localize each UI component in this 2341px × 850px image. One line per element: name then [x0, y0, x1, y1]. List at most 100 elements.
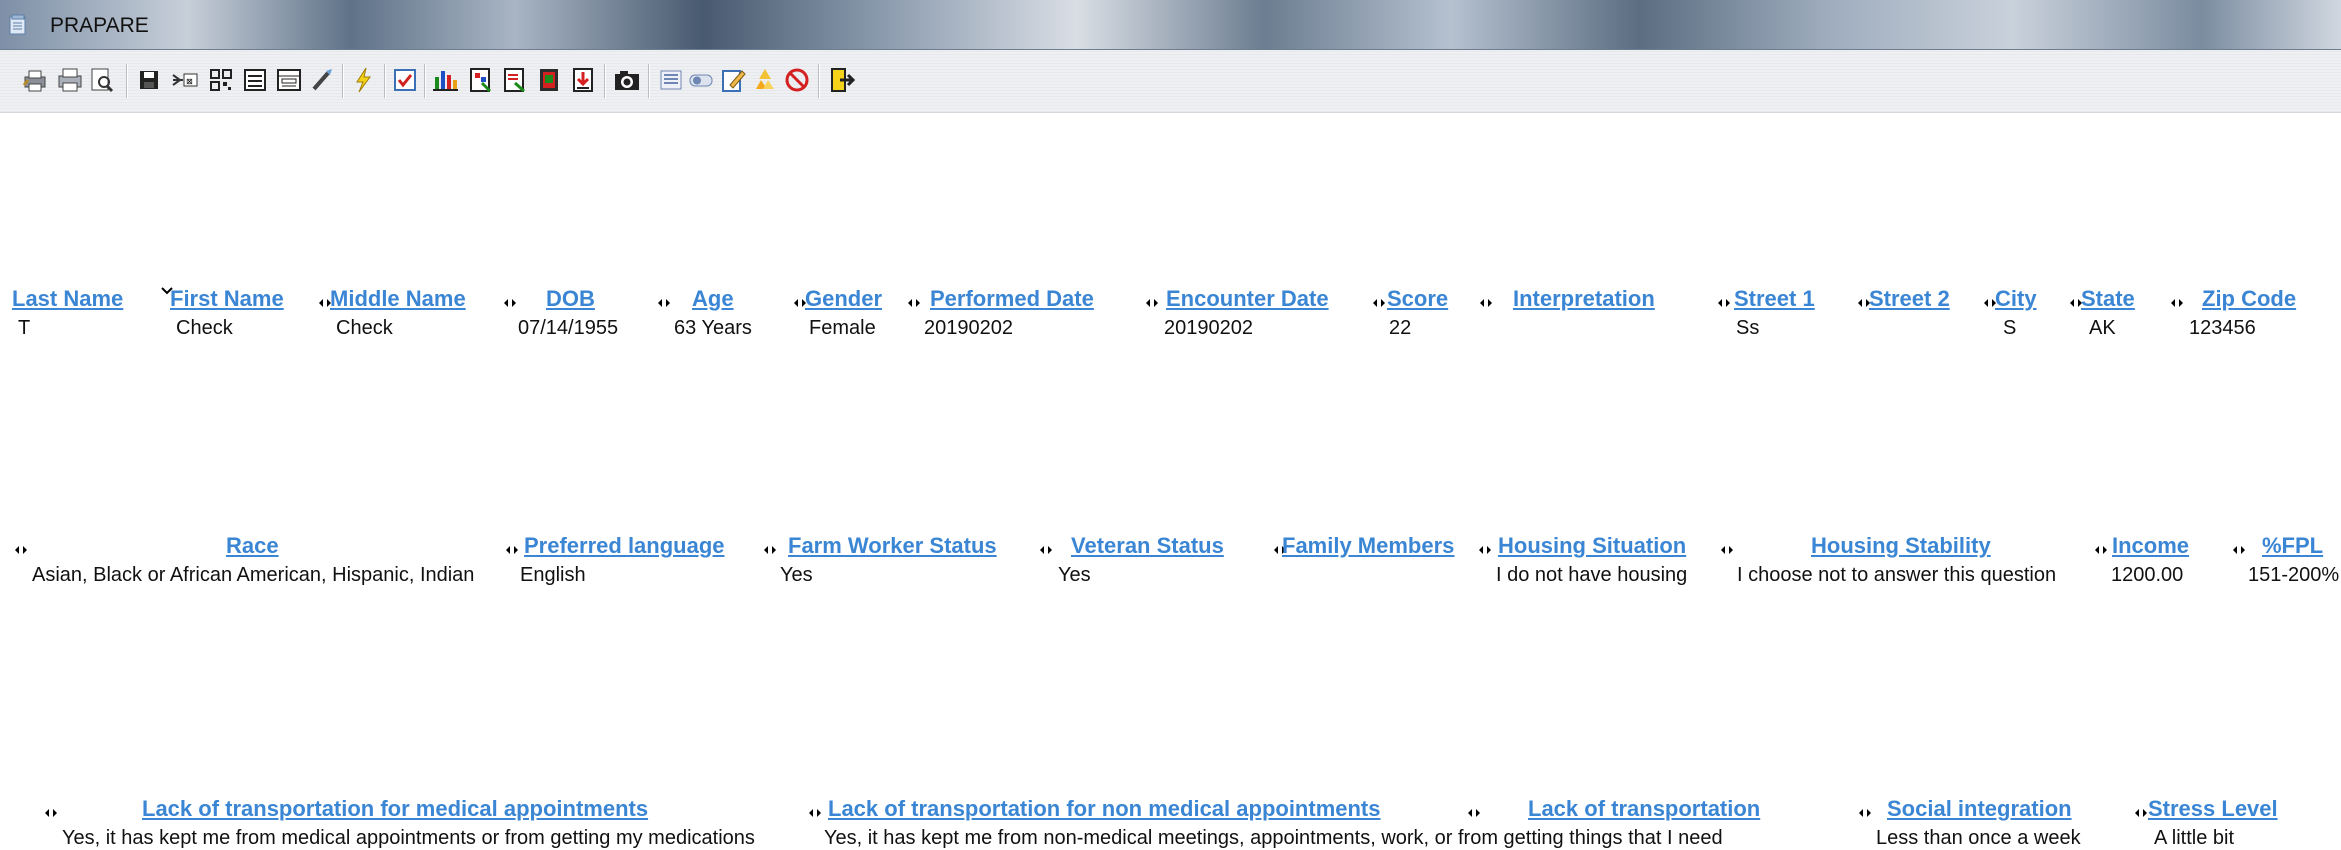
- qr-code-icon[interactable]: [206, 65, 236, 95]
- header-veteran-status[interactable]: Veteran Status: [1071, 533, 1224, 559]
- field-layout-icon[interactable]: [274, 65, 304, 95]
- report-icon[interactable]: [466, 65, 496, 95]
- value-farm-worker-status: Yes: [780, 564, 813, 586]
- column-resize-icon[interactable]: [1039, 543, 1053, 557]
- header-street-2[interactable]: Street 2: [1869, 286, 1950, 312]
- value-street-1: Ss: [1736, 317, 1760, 339]
- header-performed-date[interactable]: Performed Date: [930, 286, 1094, 312]
- value-veteran-status: Yes: [1058, 564, 1091, 586]
- value-middle-name: Check: [336, 317, 393, 339]
- column-resize-icon[interactable]: [1467, 806, 1481, 820]
- value-stress-level: A little bit: [2154, 827, 2235, 849]
- toggle-icon[interactable]: [686, 65, 716, 95]
- bar-chart-icon[interactable]: [430, 65, 460, 95]
- value-state: AK: [2089, 317, 2116, 339]
- value-age: 63 Years: [674, 317, 752, 339]
- value-encounter-date: 20190202: [1164, 317, 1253, 339]
- value-zip-code: 123456: [2189, 317, 2256, 339]
- header-preferred-language[interactable]: Preferred language: [524, 533, 725, 559]
- cancel-icon[interactable]: [782, 65, 812, 95]
- header-zip-code[interactable]: Zip Code: [2202, 286, 2296, 312]
- value-housing-situation: I do not have housing: [1496, 564, 1688, 586]
- header-street-1[interactable]: Street 1: [1734, 286, 1815, 312]
- header-encounter-date[interactable]: Encounter Date: [1166, 286, 1329, 312]
- title-bar: PRAPARE: [0, 0, 2341, 50]
- header-social-integration[interactable]: Social integration: [1887, 796, 2072, 822]
- import-icon[interactable]: [568, 65, 598, 95]
- header-housing-situation[interactable]: Housing Situation: [1498, 533, 1686, 559]
- column-resize-icon[interactable]: [763, 543, 777, 557]
- value-lack-transportation-non-medical: Yes, it has kept me from non-medical mee…: [824, 827, 1723, 849]
- column-resize-icon[interactable]: [907, 296, 921, 310]
- header-lack-transportation-non-medical[interactable]: Lack of transportation for non medical a…: [828, 796, 1381, 822]
- value-preferred-language: English: [520, 564, 586, 586]
- header-family-members[interactable]: Family Members: [1282, 533, 1454, 559]
- column-resize-icon[interactable]: [503, 296, 517, 310]
- column-resize-icon[interactable]: [1372, 296, 1386, 310]
- report-alt-icon[interactable]: [500, 65, 530, 95]
- header-lack-transportation[interactable]: Lack of transportation: [1528, 796, 1760, 822]
- column-resize-icon[interactable]: [2094, 543, 2108, 557]
- print-setup-icon[interactable]: [55, 65, 85, 95]
- value-housing-stability: I choose not to answer this question: [1737, 564, 2057, 586]
- column-resize-icon[interactable]: [14, 543, 28, 557]
- header-housing-stability[interactable]: Housing Stability: [1811, 533, 1991, 559]
- header-fpl[interactable]: %FPL: [2262, 533, 2323, 559]
- form-view-icon[interactable]: [240, 65, 270, 95]
- print-preview-icon[interactable]: [86, 65, 116, 95]
- column-resize-icon[interactable]: [2134, 806, 2148, 820]
- header-first-name[interactable]: First Name: [170, 286, 284, 312]
- column-resize-icon[interactable]: [44, 806, 58, 820]
- app-icon: [9, 14, 26, 35]
- value-performed-date: 20190202: [924, 317, 1013, 339]
- camera-icon[interactable]: [612, 65, 642, 95]
- header-farm-worker-status[interactable]: Farm Worker Status: [788, 533, 997, 559]
- header-dob[interactable]: DOB: [546, 286, 595, 312]
- save-icon[interactable]: [134, 65, 164, 95]
- svg-text:⊠: ⊠: [186, 77, 193, 86]
- column-resize-icon[interactable]: [2232, 543, 2246, 557]
- value-city: S: [2003, 317, 2017, 339]
- value-income: 1200.00: [2111, 564, 2184, 586]
- checkbox-icon[interactable]: [390, 65, 420, 95]
- list-view-icon[interactable]: [656, 65, 686, 95]
- print-icon[interactable]: [20, 65, 50, 95]
- value-last-name: T: [18, 317, 31, 339]
- column-resize-icon[interactable]: [1720, 543, 1734, 557]
- header-lack-transportation-medical[interactable]: Lack of transportation for medical appoi…: [142, 796, 648, 822]
- header-state[interactable]: State: [2081, 286, 2135, 312]
- column-resize-icon[interactable]: [1858, 806, 1872, 820]
- header-stress-level[interactable]: Stress Level: [2148, 796, 2278, 822]
- header-age[interactable]: Age: [692, 286, 734, 312]
- lightning-icon[interactable]: [348, 65, 378, 95]
- recycle-icon[interactable]: [750, 65, 780, 95]
- column-resize-icon[interactable]: [657, 296, 671, 310]
- column-resize-icon[interactable]: [505, 543, 519, 557]
- exit-icon[interactable]: [826, 65, 856, 95]
- book-icon[interactable]: [534, 65, 564, 95]
- header-score[interactable]: Score: [1387, 286, 1448, 312]
- value-race: Asian, Black or African American, Hispan…: [32, 564, 475, 586]
- header-race[interactable]: Race: [226, 533, 279, 559]
- value-gender: Female: [809, 317, 876, 339]
- export-icon[interactable]: ⊠: [170, 65, 200, 95]
- header-gender[interactable]: Gender: [805, 286, 882, 312]
- value-lack-transportation-medical: Yes, it has kept me from medical appoint…: [62, 827, 755, 849]
- brush-icon[interactable]: [306, 65, 336, 95]
- column-resize-icon[interactable]: [1479, 296, 1493, 310]
- header-interpretation[interactable]: Interpretation: [1513, 286, 1655, 312]
- value-dob: 07/14/1955: [518, 317, 619, 339]
- header-income[interactable]: Income: [2112, 533, 2189, 559]
- column-resize-icon[interactable]: [808, 806, 822, 820]
- column-resize-icon[interactable]: [1145, 296, 1159, 310]
- header-last-name[interactable]: Last Name: [12, 286, 123, 312]
- value-score: 22: [1389, 317, 1412, 339]
- column-resize-icon[interactable]: [2170, 296, 2184, 310]
- edit-note-icon[interactable]: [718, 65, 748, 95]
- value-first-name: Check: [176, 317, 233, 339]
- header-middle-name[interactable]: Middle Name: [330, 286, 466, 312]
- column-resize-icon[interactable]: [1478, 543, 1492, 557]
- value-fpl: 151-200%: [2248, 564, 2340, 586]
- header-city[interactable]: City: [1995, 286, 2037, 312]
- column-resize-icon[interactable]: [1717, 296, 1731, 310]
